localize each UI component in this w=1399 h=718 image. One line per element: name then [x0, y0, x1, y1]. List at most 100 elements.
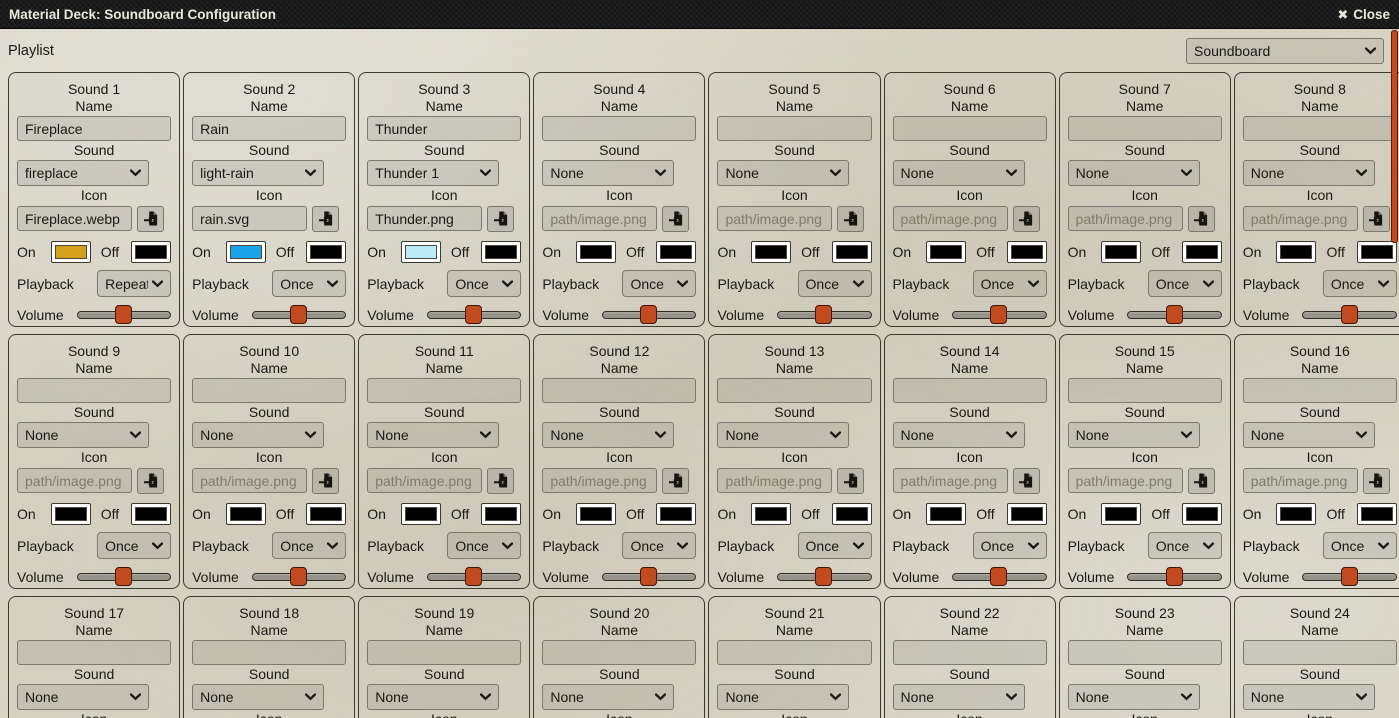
- volume-slider[interactable]: [602, 567, 696, 586]
- sound-name-input[interactable]: [17, 378, 171, 403]
- on-color-swatch[interactable]: [401, 503, 441, 525]
- volume-slider-thumb[interactable]: [990, 305, 1007, 324]
- on-color-swatch[interactable]: [751, 241, 791, 263]
- sound-select[interactable]: None: [1068, 684, 1200, 710]
- sound-name-input[interactable]: [717, 378, 871, 403]
- volume-slider[interactable]: [77, 567, 171, 586]
- icon-path-input[interactable]: [192, 206, 307, 231]
- volume-slider-thumb[interactable]: [990, 567, 1007, 586]
- sound-name-input[interactable]: [1068, 378, 1222, 403]
- playback-select[interactable]: Once: [447, 532, 521, 559]
- on-color-swatch[interactable]: [926, 503, 966, 525]
- file-picker-button[interactable]: [837, 206, 864, 232]
- file-picker-button[interactable]: [1363, 468, 1390, 494]
- playback-select[interactable]: Once: [272, 270, 346, 297]
- icon-path-input[interactable]: [192, 468, 307, 493]
- on-color-swatch[interactable]: [926, 241, 966, 263]
- volume-slider[interactable]: [252, 305, 346, 324]
- playlist-select[interactable]: Soundboard: [1186, 38, 1384, 64]
- playback-select[interactable]: Once: [622, 270, 696, 297]
- playback-select[interactable]: Once: [973, 270, 1047, 297]
- sound-name-input[interactable]: [1243, 640, 1397, 665]
- volume-slider[interactable]: [602, 305, 696, 324]
- playback-select[interactable]: Once: [798, 532, 872, 559]
- playback-select[interactable]: Once: [1323, 532, 1397, 559]
- volume-slider[interactable]: [252, 567, 346, 586]
- on-color-swatch[interactable]: [226, 503, 266, 525]
- vertical-scrollbar-thumb[interactable]: [1391, 30, 1398, 243]
- playback-select[interactable]: Once: [447, 270, 521, 297]
- sound-name-input[interactable]: [1068, 640, 1222, 665]
- sound-select[interactable]: None: [542, 160, 674, 186]
- volume-slider[interactable]: [427, 567, 521, 586]
- sound-name-input[interactable]: [893, 378, 1047, 403]
- sound-name-input[interactable]: [893, 640, 1047, 665]
- icon-path-input[interactable]: [542, 206, 657, 231]
- volume-slider-thumb[interactable]: [815, 305, 832, 324]
- icon-path-input[interactable]: [717, 468, 832, 493]
- sound-name-input[interactable]: [542, 378, 696, 403]
- on-color-swatch[interactable]: [401, 241, 441, 263]
- sound-name-input[interactable]: [367, 116, 521, 141]
- close-button[interactable]: ✖ Close: [1337, 7, 1390, 22]
- on-color-swatch[interactable]: [226, 241, 266, 263]
- file-picker-button[interactable]: [662, 206, 689, 232]
- off-color-swatch[interactable]: [832, 503, 872, 525]
- volume-slider[interactable]: [1127, 305, 1221, 324]
- off-color-swatch[interactable]: [481, 503, 521, 525]
- file-picker-button[interactable]: [312, 206, 339, 232]
- sound-name-input[interactable]: [893, 116, 1047, 141]
- sound-select[interactable]: None: [717, 422, 849, 448]
- off-color-swatch[interactable]: [1182, 503, 1222, 525]
- volume-slider-thumb[interactable]: [290, 567, 307, 586]
- playback-select[interactable]: Once: [1148, 270, 1222, 297]
- sound-select[interactable]: None: [717, 684, 849, 710]
- off-color-swatch[interactable]: [481, 241, 521, 263]
- volume-slider[interactable]: [427, 305, 521, 324]
- sound-select[interactable]: None: [367, 684, 499, 710]
- volume-slider-thumb[interactable]: [290, 305, 307, 324]
- sound-name-input[interactable]: [192, 640, 346, 665]
- icon-path-input[interactable]: [1243, 206, 1358, 231]
- sound-select[interactable]: None: [542, 422, 674, 448]
- volume-slider[interactable]: [1302, 567, 1396, 586]
- sound-name-input[interactable]: [367, 640, 521, 665]
- sound-select[interactable]: light-rain: [192, 160, 324, 186]
- file-picker-button[interactable]: [487, 206, 514, 232]
- sound-select[interactable]: None: [17, 422, 149, 448]
- on-color-swatch[interactable]: [1276, 241, 1316, 263]
- off-color-swatch[interactable]: [131, 241, 171, 263]
- sound-name-input[interactable]: [717, 116, 871, 141]
- playback-select[interactable]: Once: [1323, 270, 1397, 297]
- volume-slider-thumb[interactable]: [815, 567, 832, 586]
- file-picker-button[interactable]: [137, 468, 164, 494]
- off-color-swatch[interactable]: [306, 241, 346, 263]
- file-picker-button[interactable]: [837, 468, 864, 494]
- on-color-swatch[interactable]: [1276, 503, 1316, 525]
- on-color-swatch[interactable]: [51, 503, 91, 525]
- volume-slider[interactable]: [1302, 305, 1396, 324]
- sound-select[interactable]: None: [1243, 160, 1375, 186]
- volume-slider-thumb[interactable]: [640, 567, 657, 586]
- file-picker-button[interactable]: [1363, 206, 1390, 232]
- icon-path-input[interactable]: [1068, 206, 1183, 231]
- file-picker-button[interactable]: [1188, 206, 1215, 232]
- sound-name-input[interactable]: [17, 116, 171, 141]
- off-color-swatch[interactable]: [1357, 241, 1397, 263]
- icon-path-input[interactable]: [1068, 468, 1183, 493]
- sound-select[interactable]: None: [893, 422, 1025, 448]
- sound-name-input[interactable]: [542, 116, 696, 141]
- sound-select[interactable]: None: [1243, 684, 1375, 710]
- off-color-swatch[interactable]: [131, 503, 171, 525]
- volume-slider-thumb[interactable]: [1166, 305, 1183, 324]
- sound-name-input[interactable]: [1068, 116, 1222, 141]
- file-picker-button[interactable]: [662, 468, 689, 494]
- sound-select[interactable]: None: [192, 684, 324, 710]
- sound-name-input[interactable]: [17, 640, 171, 665]
- playback-select[interactable]: Repeat: [97, 270, 171, 297]
- volume-slider[interactable]: [952, 567, 1046, 586]
- sound-name-input[interactable]: [192, 116, 346, 141]
- sound-select[interactable]: None: [1068, 160, 1200, 186]
- sound-name-input[interactable]: [192, 378, 346, 403]
- sound-select[interactable]: None: [1068, 422, 1200, 448]
